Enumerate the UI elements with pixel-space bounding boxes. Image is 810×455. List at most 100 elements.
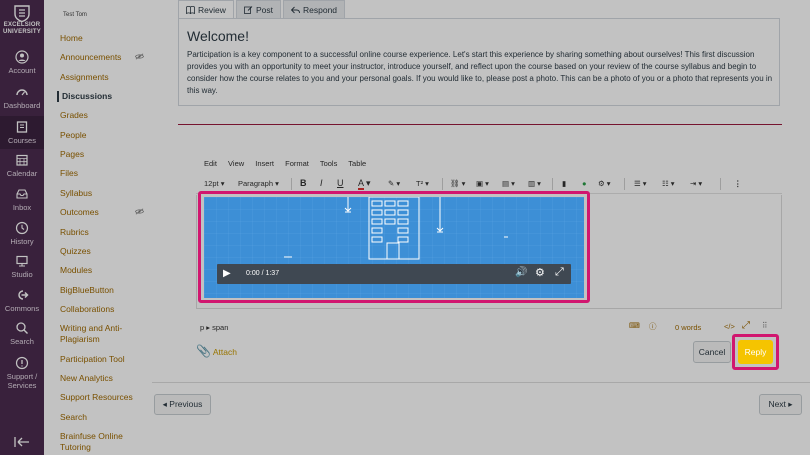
collapse-nav-icon[interactable] — [14, 436, 30, 448]
footer-divider — [152, 382, 810, 383]
gnav-calendar-label: Calendar — [6, 169, 38, 178]
tab-review[interactable]: Review — [178, 0, 234, 18]
discussion-body: Participation is a key component to a su… — [187, 50, 773, 95]
course-nav-brainfuse[interactable]: Brainfuse Online Tutoring — [60, 431, 152, 453]
menu-table[interactable]: Table — [348, 159, 366, 168]
history-icon — [15, 221, 29, 235]
course-nav-syllabus[interactable]: Syllabus — [60, 188, 152, 199]
gnav-account[interactable]: Account — [0, 50, 44, 75]
apps-icon[interactable]: ▮ — [562, 179, 566, 188]
section-divider — [178, 124, 782, 125]
gnav-history[interactable]: History — [0, 221, 44, 246]
tab-post[interactable]: Post — [236, 0, 282, 18]
course-nav-assignments[interactable]: Assignments — [60, 72, 152, 83]
more-options-icon[interactable]: ⋮ — [734, 179, 742, 188]
accessibility-icon[interactable]: ⓘ — [649, 321, 657, 332]
course-nav-announcements-label: Announcements — [60, 52, 122, 62]
gnav-studio[interactable]: Studio — [0, 254, 44, 279]
link-icon[interactable]: ⛓ ▾ — [450, 179, 465, 188]
align-icon[interactable]: ☰ ▾ — [634, 179, 647, 188]
course-nav-writing[interactable]: Writing and Anti- Plagiarism — [60, 323, 152, 345]
attach-button[interactable]: 📎 Attach — [196, 344, 237, 358]
hidden-eye-icon — [135, 53, 144, 60]
menu-format[interactable]: Format — [285, 159, 309, 168]
italic-icon[interactable]: I — [320, 178, 323, 188]
superscript-icon[interactable]: T² ▾ — [416, 179, 429, 188]
highlight-color-icon[interactable]: ✎ ▾ — [388, 179, 400, 188]
tab-respond[interactable]: Respond — [283, 0, 346, 18]
underline-icon[interactable]: U — [337, 178, 344, 188]
gnav-search-label: Search — [10, 337, 34, 346]
course-nav-search[interactable]: Search — [60, 412, 152, 423]
gnav-calendar[interactable]: Calendar — [0, 153, 44, 178]
font-size-value: 12pt — [204, 179, 219, 188]
course-nav-bigbluebutton[interactable]: BigBlueButton — [60, 285, 152, 296]
font-size-select[interactable]: 12pt ▾ — [204, 179, 224, 188]
course-nav-brainfuse-line2: Tutoring — [60, 442, 91, 452]
course-nav-support-resources[interactable]: Support Resources — [60, 392, 152, 403]
indent-icon[interactable]: ⇥ ▾ — [690, 179, 702, 188]
menu-edit[interactable]: Edit — [204, 159, 217, 168]
support-icon — [15, 356, 29, 370]
gnav-dashboard-label: Dashboard — [3, 101, 41, 110]
course-nav-quizzes[interactable]: Quizzes — [60, 246, 152, 257]
fullscreen-icon[interactable]: ⤢ — [742, 320, 750, 331]
logo-line-2: UNIVERSITY — [2, 29, 41, 35]
course-nav-announcements[interactable]: Announcements — [60, 52, 152, 63]
previous-button[interactable]: ◂ Previous — [154, 394, 211, 415]
block-format-value: Paragraph — [238, 179, 274, 188]
keyboard-icon[interactable]: ⌨ — [629, 321, 640, 330]
course-nav-rubrics[interactable]: Rubrics — [60, 227, 152, 238]
course-nav-people[interactable]: People — [60, 130, 152, 141]
gnav-support[interactable]: Support / Services — [0, 356, 44, 390]
course-nav-brainfuse-line1: Brainfuse Online — [60, 431, 123, 441]
course-nav-writing-line1: Writing and Anti- — [60, 323, 123, 333]
courses-icon — [16, 121, 28, 133]
gnav-account-label: Account — [8, 66, 36, 75]
discussion-panel: Welcome! Participation is a key componen… — [178, 18, 780, 106]
gnav-search[interactable]: Search — [0, 321, 44, 346]
calendar-icon — [16, 154, 28, 166]
menu-view[interactable]: View — [228, 159, 244, 168]
course-nav-outcomes-label: Outcomes — [60, 207, 99, 217]
course-nav-files[interactable]: Files — [60, 168, 152, 179]
gnav-courses[interactable]: Courses — [0, 116, 44, 149]
cancel-button[interactable]: Cancel — [693, 341, 731, 363]
word-count[interactable]: 0 words — [675, 323, 701, 332]
embed-icon[interactable]: ⚙ ▾ — [598, 179, 611, 188]
next-button[interactable]: Next ▸ — [759, 394, 802, 415]
university-logo[interactable]: EXCELSIOR UNIVERSITY — [0, 4, 44, 36]
gnav-commons-label: Commons — [4, 304, 40, 313]
course-nav-pages[interactable]: Pages — [60, 149, 152, 160]
global-navigation: EXCELSIOR UNIVERSITY Account Dashboard C… — [0, 0, 44, 455]
toolbar-separator — [624, 178, 625, 190]
list-icon[interactable]: ☷ ▾ — [662, 179, 675, 188]
video-highlight-box — [198, 191, 590, 303]
block-format-select[interactable]: Paragraph ▾ — [238, 179, 279, 188]
image-icon[interactable]: ▣ ▾ — [476, 179, 489, 188]
gnav-dashboard[interactable]: Dashboard — [0, 85, 44, 110]
toolbar-separator — [442, 178, 443, 190]
text-color-icon[interactable]: A ▾ — [358, 178, 371, 190]
equation-icon[interactable]: ● — [582, 179, 587, 188]
media-icon[interactable]: ▤ ▾ — [502, 179, 515, 188]
menu-tools[interactable]: Tools — [320, 159, 338, 168]
gnav-inbox[interactable]: Inbox — [0, 187, 44, 212]
resize-handle-icon[interactable]: ⠿ — [762, 321, 768, 330]
gnav-commons[interactable]: Commons — [0, 288, 44, 313]
course-nav-modules[interactable]: Modules — [60, 265, 152, 276]
search-icon — [16, 322, 28, 334]
document-icon[interactable]: ▥ ▾ — [528, 179, 541, 188]
course-nav-participation[interactable]: Participation Tool — [60, 354, 152, 365]
commons-icon — [18, 290, 29, 300]
course-nav-outcomes[interactable]: Outcomes — [60, 207, 152, 218]
menu-insert[interactable]: Insert — [255, 159, 274, 168]
course-nav-home[interactable]: Home — [60, 33, 152, 44]
html-editor-icon[interactable]: </> — [724, 322, 735, 331]
course-nav-new-analytics[interactable]: New Analytics — [60, 373, 152, 384]
course-nav-grades[interactable]: Grades — [60, 110, 152, 121]
course-nav-collaborations[interactable]: Collaborations — [60, 304, 152, 315]
bold-icon[interactable]: B — [300, 178, 307, 188]
element-path: p ▸ span — [200, 323, 229, 332]
course-nav-discussions[interactable]: Discussions — [57, 91, 149, 102]
